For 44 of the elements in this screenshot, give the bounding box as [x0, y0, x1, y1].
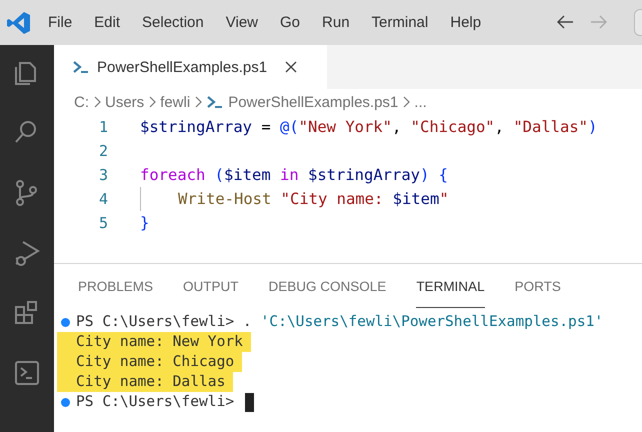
command-status-dot	[61, 318, 70, 326]
menu-item[interactable]: File	[48, 11, 72, 34]
editor-tab[interactable]: PowerShellExamples.ps1	[54, 45, 328, 89]
menu-item[interactable]: Selection	[142, 11, 204, 34]
terminal-output: City name: Chicago	[57, 352, 242, 372]
code-line: $stringArray = @("New York", "Chicago", "Dallas")	[140, 117, 598, 138]
chevron-icon	[194, 96, 202, 108]
chevron-icon	[93, 96, 101, 108]
line-number: 4	[98, 190, 108, 208]
powershell-file-icon	[72, 60, 89, 74]
terminal-prompt: PS C:\Users\fewli> . 'C:\Users\fewli\PowerShellExamples.ps1'	[76, 312, 604, 332]
menu-item[interactable]: Terminal	[372, 11, 428, 34]
back-arrow-icon[interactable]	[556, 14, 574, 30]
close-icon[interactable]	[285, 61, 298, 73]
terminal-prompt: PS C:\Users\fewli>	[76, 392, 236, 412]
panel-tab[interactable]: OUTPUT	[183, 264, 239, 308]
terminal-output: City name: Dallas	[57, 372, 234, 392]
breadcrumb-item[interactable]: C:	[74, 94, 89, 110]
panel-tab[interactable]: PORTS	[514, 264, 561, 308]
chevron-icon	[402, 96, 410, 108]
menu-item[interactable]: Run	[322, 11, 350, 34]
line-number: 5	[98, 214, 108, 232]
editor-logo-icon	[6, 10, 32, 36]
line-number: 2	[98, 142, 108, 160]
menu-item[interactable]: Help	[450, 11, 482, 34]
command-status-dot	[61, 398, 70, 406]
menu-item[interactable]: View	[226, 11, 258, 34]
breadcrumb-item[interactable]: fewli	[160, 94, 190, 110]
panel-tab[interactable]: TERMINAL	[416, 264, 485, 308]
menu-item[interactable]: Edit	[94, 11, 120, 34]
code-line: }	[140, 213, 150, 234]
panel-tab[interactable]: DEBUG CONSOLE	[268, 264, 386, 308]
terminal-output: City name: New York	[57, 332, 251, 352]
powershell-file-icon	[206, 95, 224, 109]
code-line: Write-Host "City name: $item"	[178, 189, 449, 210]
code-line: foreach ($item in $stringArray) {	[140, 165, 448, 186]
breadcrumb-item[interactable]: Users	[105, 94, 144, 110]
line-number: 3	[98, 166, 108, 184]
breadcrumb-item[interactable]: ...	[414, 94, 427, 110]
breadcrumb-item[interactable]: PowerShellExamples.ps1	[228, 94, 398, 110]
menu-item[interactable]: Go	[280, 11, 300, 34]
chevron-icon	[148, 96, 156, 108]
panel-tab[interactable]: PROBLEMS	[78, 264, 154, 308]
line-number: 1	[98, 118, 108, 136]
